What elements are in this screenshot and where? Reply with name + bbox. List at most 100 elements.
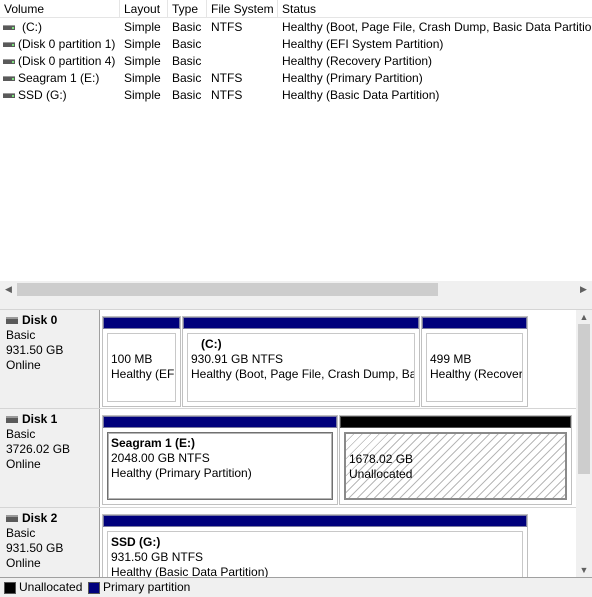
partition-label: (C:): [201, 337, 222, 351]
vertical-scrollbar[interactable]: ▲ ▼: [576, 310, 592, 577]
partition-info: 1678.02 GB Unallocated: [344, 432, 567, 500]
table-row[interactable]: Seagram 1 (E:) Simple Basic NTFS Healthy…: [0, 70, 592, 87]
legend-primary-partition: Primary partition: [103, 580, 191, 594]
partition-size: 931.50 GB NTFS: [111, 550, 204, 564]
disk-state: Online: [6, 556, 41, 570]
volume-file-system: NTFS: [211, 20, 243, 34]
table-row[interactable]: SSD (G:) Simple Basic NTFS Healthy (Basi…: [0, 87, 592, 104]
disk-2-label[interactable]: Disk 2 Basic 931.50 GB Online: [0, 508, 100, 577]
disk-0-label[interactable]: Disk 0 Basic 931.50 GB Online: [0, 310, 100, 408]
partition-status: Healthy (Recovery: [430, 367, 523, 381]
partition-unallocated[interactable]: 1678.02 GB Unallocated: [339, 415, 572, 505]
volume-type: Basic: [172, 37, 202, 51]
column-header-layout[interactable]: Layout: [120, 0, 168, 18]
volume-status: Healthy (EFI System Partition): [282, 37, 444, 51]
partition-status: Healthy (Primary Partition): [111, 466, 252, 480]
unallocated-bar: [340, 416, 571, 428]
volume-name: (Disk 0 partition 1): [18, 37, 116, 51]
primary-partition-bar: [103, 317, 180, 329]
volume-file-system: NTFS: [211, 88, 243, 102]
disk-icon: [6, 317, 18, 324]
volume-layout: Simple: [124, 54, 161, 68]
partition-info: 100 MB Healthy (EFI: [107, 333, 176, 402]
volume-name: (C:): [22, 20, 42, 34]
drive-icon: [3, 59, 15, 64]
partition-seagram-e[interactable]: Seagram 1 (E:) 2048.00 GB NTFS Healthy (…: [102, 415, 338, 505]
disk-name: Disk 1: [22, 412, 58, 426]
volume-status: Healthy (Basic Data Partition): [282, 88, 440, 102]
table-row[interactable]: (Disk 0 partition 1) Simple Basic Health…: [0, 36, 592, 53]
volume-file-system: NTFS: [211, 71, 243, 85]
volume-list: Volume Layout Type File System Status (C…: [0, 0, 592, 281]
primary-partition-swatch: [88, 582, 100, 594]
volume-status: Healthy (Recovery Partition): [282, 54, 433, 68]
disk-name: Disk 2: [22, 511, 58, 525]
column-header-status[interactable]: Status: [278, 0, 592, 18]
disk-1-label[interactable]: Disk 1 Basic 3726.02 GB Online: [0, 409, 100, 507]
table-row[interactable]: (C:) Simple Basic NTFS Healthy (Boot, Pa…: [0, 19, 592, 36]
drive-icon: [3, 76, 15, 81]
drive-icon: [3, 42, 15, 47]
volume-layout: Simple: [124, 71, 161, 85]
volume-status: Healthy (Boot, Page File, Crash Dump, Ba…: [282, 20, 592, 34]
partition-info: (C:) 930.91 GB NTFS Healthy (Boot, Page …: [187, 333, 415, 402]
partition-status: Healthy (Boot, Page File, Crash Dump, Ba…: [191, 367, 415, 381]
drive-icon: [3, 93, 15, 98]
partition-info: SSD (G:) 931.50 GB NTFS Healthy (Basic D…: [107, 531, 523, 577]
partition-status: Unallocated: [349, 467, 413, 481]
legend: Unallocated Primary partition: [0, 577, 592, 597]
primary-partition-bar: [183, 317, 419, 329]
table-row[interactable]: (Disk 0 partition 4) Simple Basic Health…: [0, 53, 592, 70]
disk-name: Disk 0: [22, 313, 58, 327]
partition-size: 1678.02 GB: [349, 452, 414, 466]
disk-graphical-view: Disk 0 Basic 931.50 GB Online 100 MB Hea…: [0, 310, 576, 577]
partition-label: Seagram 1 (E:): [111, 436, 196, 450]
scroll-up-icon[interactable]: ▲: [576, 310, 592, 324]
scroll-left-icon[interactable]: ◀: [0, 281, 17, 298]
partition-size: 2048.00 GB NTFS: [111, 451, 210, 465]
partition-status: Healthy (EFI: [111, 367, 176, 381]
volume-name: SSD (G:): [18, 88, 67, 102]
partition-efi[interactable]: 100 MB Healthy (EFI: [102, 316, 181, 407]
unallocated-swatch: [4, 582, 16, 594]
volume-type: Basic: [172, 71, 202, 85]
disk-type: Basic: [6, 427, 36, 441]
partition-size: 930.91 GB NTFS: [191, 352, 284, 366]
column-header-file-system[interactable]: File System: [207, 0, 278, 18]
partition-ssd-g[interactable]: SSD (G:) 931.50 GB NTFS Healthy (Basic D…: [102, 514, 528, 577]
volume-type: Basic: [172, 20, 202, 34]
column-header-volume[interactable]: Volume: [0, 0, 120, 18]
partition-c[interactable]: (C:) 930.91 GB NTFS Healthy (Boot, Page …: [182, 316, 420, 407]
disk-icon: [6, 416, 18, 423]
volume-layout: Simple: [124, 20, 161, 34]
column-header-type[interactable]: Type: [168, 0, 207, 18]
volume-layout: Simple: [124, 88, 161, 102]
scroll-down-icon[interactable]: ▼: [576, 563, 592, 577]
partition-recovery[interactable]: 499 MB Healthy (Recovery: [421, 316, 528, 407]
scroll-right-icon[interactable]: ▶: [575, 281, 592, 298]
disk-size: 931.50 GB: [6, 541, 64, 555]
volume-name: Seagram 1 (E:): [18, 71, 100, 85]
partition-label: SSD (G:): [111, 535, 161, 549]
horizontal-scrollbar[interactable]: ◀ ▶: [0, 281, 592, 298]
pane-splitter[interactable]: [0, 298, 592, 310]
partition-info: 499 MB Healthy (Recovery: [426, 333, 523, 402]
partition-info: Seagram 1 (E:) 2048.00 GB NTFS Healthy (…: [107, 432, 333, 500]
volume-type: Basic: [172, 54, 202, 68]
disk-size: 931.50 GB: [6, 343, 64, 357]
volume-status: Healthy (Primary Partition): [282, 71, 423, 85]
primary-partition-bar: [103, 515, 527, 527]
vertical-scroll-thumb[interactable]: [578, 324, 590, 474]
volume-name: (Disk 0 partition 4): [18, 54, 116, 68]
disk-icon: [6, 515, 18, 522]
volume-layout: Simple: [124, 37, 161, 51]
disk-size: 3726.02 GB: [6, 442, 71, 456]
drive-icon: [3, 25, 15, 30]
horizontal-scroll-thumb[interactable]: [17, 283, 438, 296]
primary-partition-bar: [422, 317, 527, 329]
partition-status: Healthy (Basic Data Partition): [111, 565, 269, 577]
legend-unallocated: Unallocated: [19, 580, 83, 594]
disk-type: Basic: [6, 328, 36, 342]
primary-partition-bar: [103, 416, 337, 428]
disk-state: Online: [6, 358, 41, 372]
